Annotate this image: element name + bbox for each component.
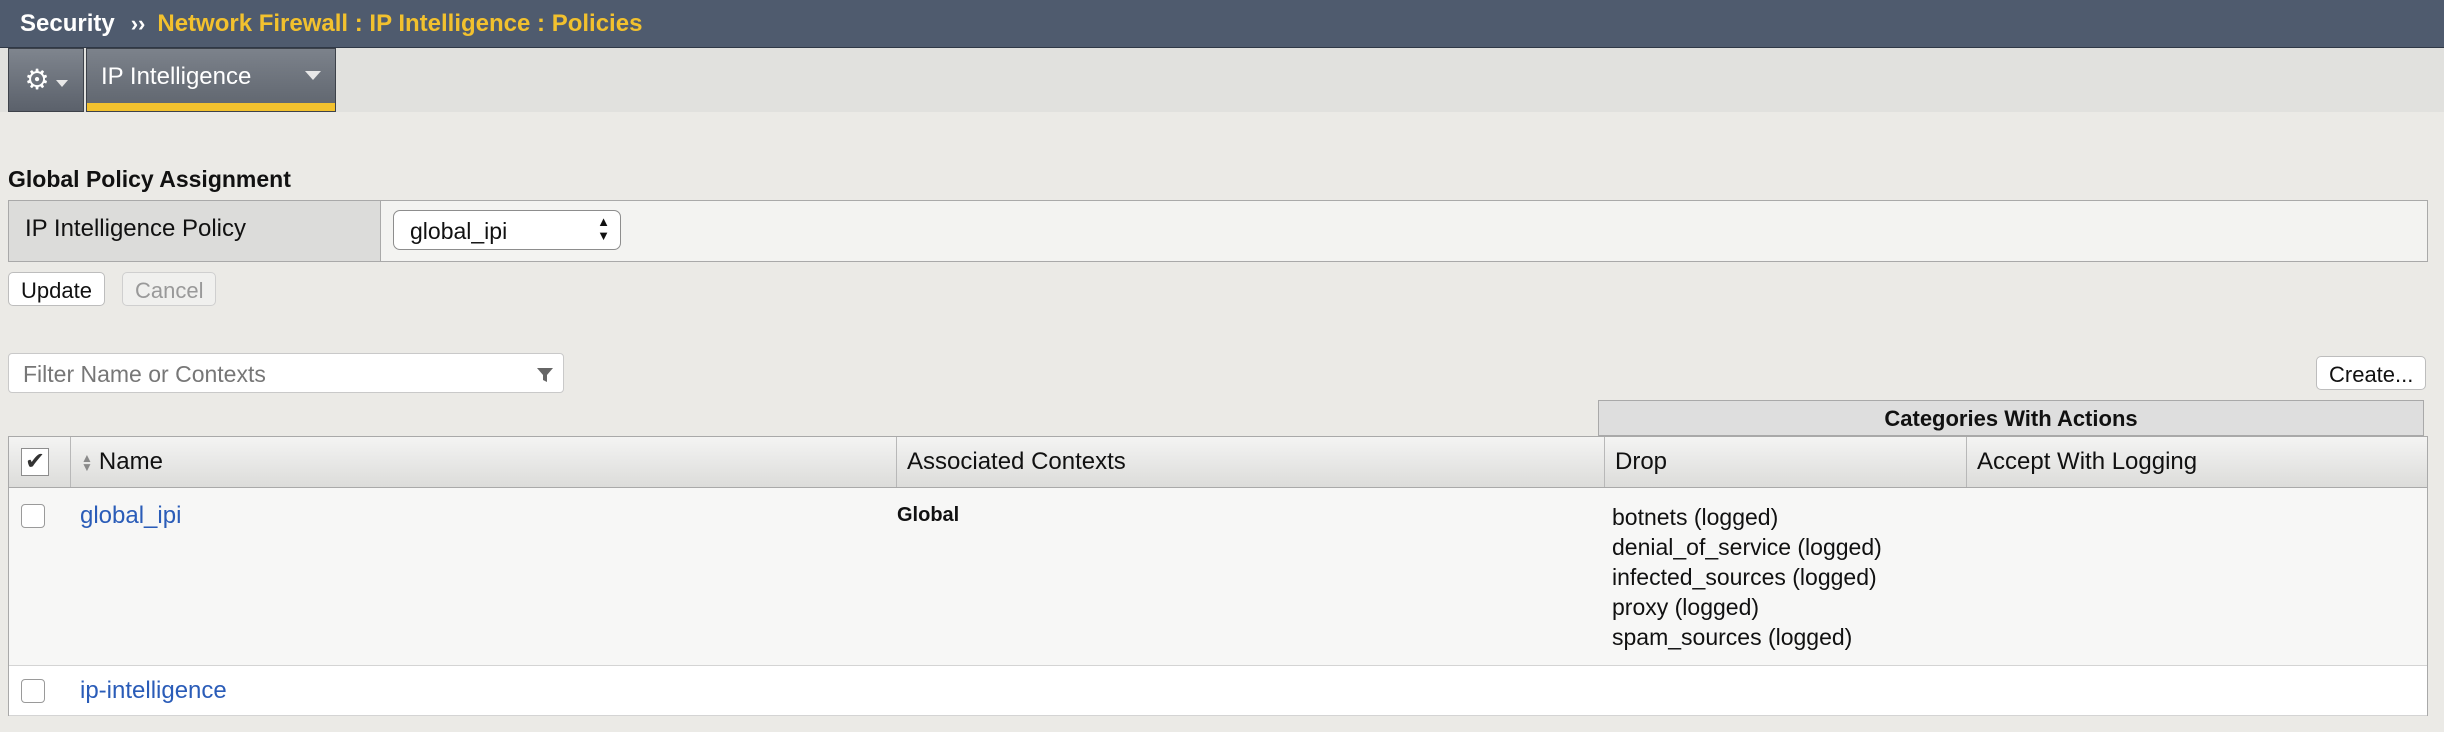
policy-name-link[interactable]: global_ipi [80, 502, 181, 530]
row-checkbox[interactable] [21, 504, 45, 528]
select-all-cell: ✔ [9, 437, 71, 487]
tab-ip-intelligence-label: IP Intelligence [101, 63, 252, 90]
breadcrumb-path: Network Firewall : IP Intelligence : Pol… [157, 9, 643, 37]
policy-select[interactable]: global_ipi ▲ ▼ [393, 210, 621, 250]
drop-categories: botnets (logged) denial_of_service (logg… [1612, 502, 1882, 652]
chevron-down-icon [305, 71, 321, 80]
policies-table: ✔ ▲ ▼ Name Associated Contexts Drop Accept… [8, 436, 2428, 716]
column-accept-label: Accept With Logging [1977, 448, 2198, 475]
update-button[interactable]: Update [8, 272, 105, 306]
table-header: ✔ ▲ ▼ Name Associated Contexts Drop Accept… [9, 436, 2427, 488]
categories-group-header: Categories With Actions [1598, 400, 2424, 436]
policy-name-link[interactable]: ip-intelligence [80, 677, 227, 705]
select-all-checkbox[interactable]: ✔ [21, 448, 49, 476]
active-tab-indicator [87, 103, 335, 111]
column-header-drop: Drop [1605, 437, 1967, 487]
select-arrows-icon: ▲ ▼ [597, 214, 610, 243]
breadcrumb-separator: ›› [130, 10, 146, 36]
policy-select-value: global_ipi [410, 218, 508, 244]
cancel-button[interactable]: Cancel [122, 272, 217, 306]
table-row: global_ipi Global botnets (logged) denia… [9, 488, 2427, 666]
section-title: Global Policy Assignment [8, 166, 291, 192]
filter-input[interactable]: Filter Name or Contexts [8, 353, 564, 393]
policy-field-label: IP Intelligence Policy [9, 201, 381, 261]
create-button[interactable]: Create... [2316, 356, 2427, 390]
column-name-label: Name [98, 448, 163, 475]
column-header-contexts: Associated Contexts [897, 437, 1605, 487]
column-contexts-label: Associated Contexts [907, 448, 1126, 475]
policy-assignment-row: IP Intelligence Policy global_ipi ▲ ▼ [8, 200, 2428, 262]
sort-icon: ▲ ▼ [81, 450, 93, 474]
breadcrumb-section[interactable]: Security [20, 10, 115, 38]
gear-icon: ⚙ [24, 64, 50, 95]
row-checkbox[interactable] [21, 679, 45, 703]
column-header-accept: Accept With Logging [1967, 437, 2427, 487]
menu-bar: ⚙ IP Intelligence [0, 48, 2444, 112]
filter-icon[interactable] [536, 366, 554, 384]
drop-category: botnets (logged) [1612, 504, 1779, 530]
tab-ip-intelligence[interactable]: IP Intelligence [86, 48, 336, 112]
column-header-name[interactable]: ▲ ▼ Name [71, 437, 897, 487]
drop-category: infected_sources (logged) [1612, 564, 1877, 590]
column-drop-label: Drop [1615, 448, 1668, 475]
drop-category: proxy (logged) [1612, 594, 1760, 620]
breadcrumb-bar: Security ›› Network Firewall : IP Intell… [0, 0, 2444, 48]
chevron-down-icon [55, 79, 68, 87]
table-row: ip-intelligence [9, 666, 2427, 716]
filter-placeholder: Filter Name or Contexts [23, 361, 266, 387]
drop-category: spam_sources (logged) [1612, 624, 1853, 650]
drop-category: denial_of_service (logged) [1612, 534, 1882, 560]
associated-contexts: Global [897, 504, 960, 526]
gear-menu-button[interactable]: ⚙ [8, 48, 84, 112]
